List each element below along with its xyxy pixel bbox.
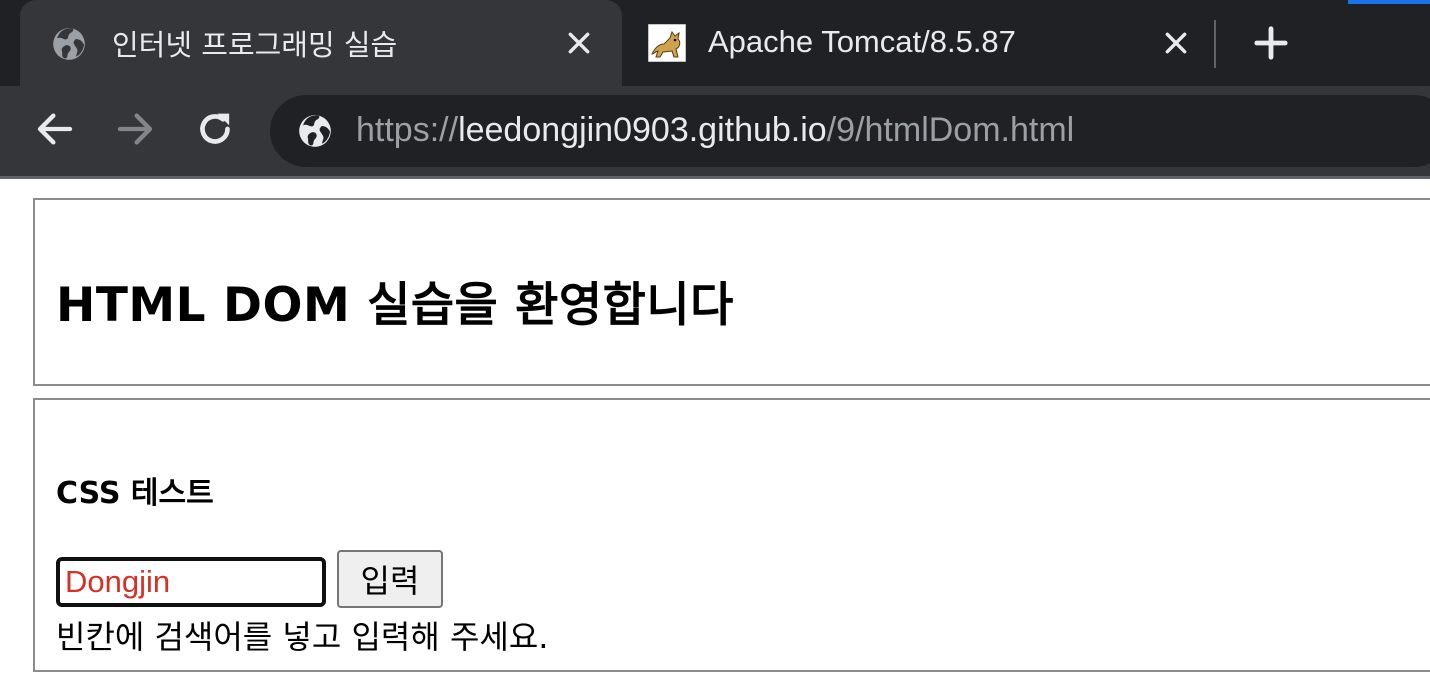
toolbar-divider	[0, 176, 1430, 179]
page-title: HTML DOM 실습을 환영합니다	[56, 278, 734, 333]
tab-divider	[1214, 20, 1216, 68]
back-button[interactable]	[30, 106, 80, 156]
browser-toolbar: https://leedongjin0903.github.io/9/htmlD…	[0, 86, 1430, 176]
url-path: /9/htmlDom.html	[826, 111, 1075, 149]
section-title: CSS 테스트	[56, 476, 214, 511]
header-section: HTML DOM 실습을 환영합니다	[33, 198, 1430, 386]
url-host: leedongjin0903.github.io	[458, 111, 827, 149]
reload-button[interactable]	[190, 106, 240, 156]
address-bar[interactable]: https://leedongjin0903.github.io/9/htmlD…	[270, 95, 1430, 167]
plus-icon	[1254, 26, 1288, 64]
tab-strip: 인터넷 프로그래밍 실습 Apache Tomcat/8.5.87	[0, 0, 1430, 86]
helper-text: 빈칸에 검색어를 넣고 입력해 주세요.	[56, 618, 549, 656]
url-scheme: https://	[356, 111, 459, 149]
close-tab-icon[interactable]	[1159, 26, 1193, 60]
arrow-left-icon	[35, 109, 75, 153]
url-text[interactable]: https://leedongjin0903.github.io/9/htmlD…	[356, 111, 1074, 150]
tab-title: Apache Tomcat/8.5.87	[708, 24, 1016, 59]
search-input[interactable]	[56, 557, 326, 607]
tomcat-logo-icon	[647, 23, 687, 63]
forward-button[interactable]	[110, 106, 160, 156]
globe-icon	[296, 112, 334, 150]
new-tab-button[interactable]	[1248, 22, 1294, 68]
submit-button[interactable]: 입력	[337, 550, 443, 608]
css-test-section: CSS 테스트 입력 빈칸에 검색어를 넣고 입력해 주세요.	[33, 398, 1430, 672]
tab-title: 인터넷 프로그래밍 실습	[112, 28, 398, 62]
close-tab-icon[interactable]	[562, 26, 596, 60]
arrow-right-icon	[115, 109, 155, 153]
tab-inactive[interactable]: Apache Tomcat/8.5.87	[628, 0, 1212, 86]
reload-icon	[195, 109, 235, 153]
window-accent-bar	[1348, 0, 1430, 4]
tab-active[interactable]: 인터넷 프로그래밍 실습	[20, 0, 622, 86]
globe-icon	[50, 25, 88, 63]
